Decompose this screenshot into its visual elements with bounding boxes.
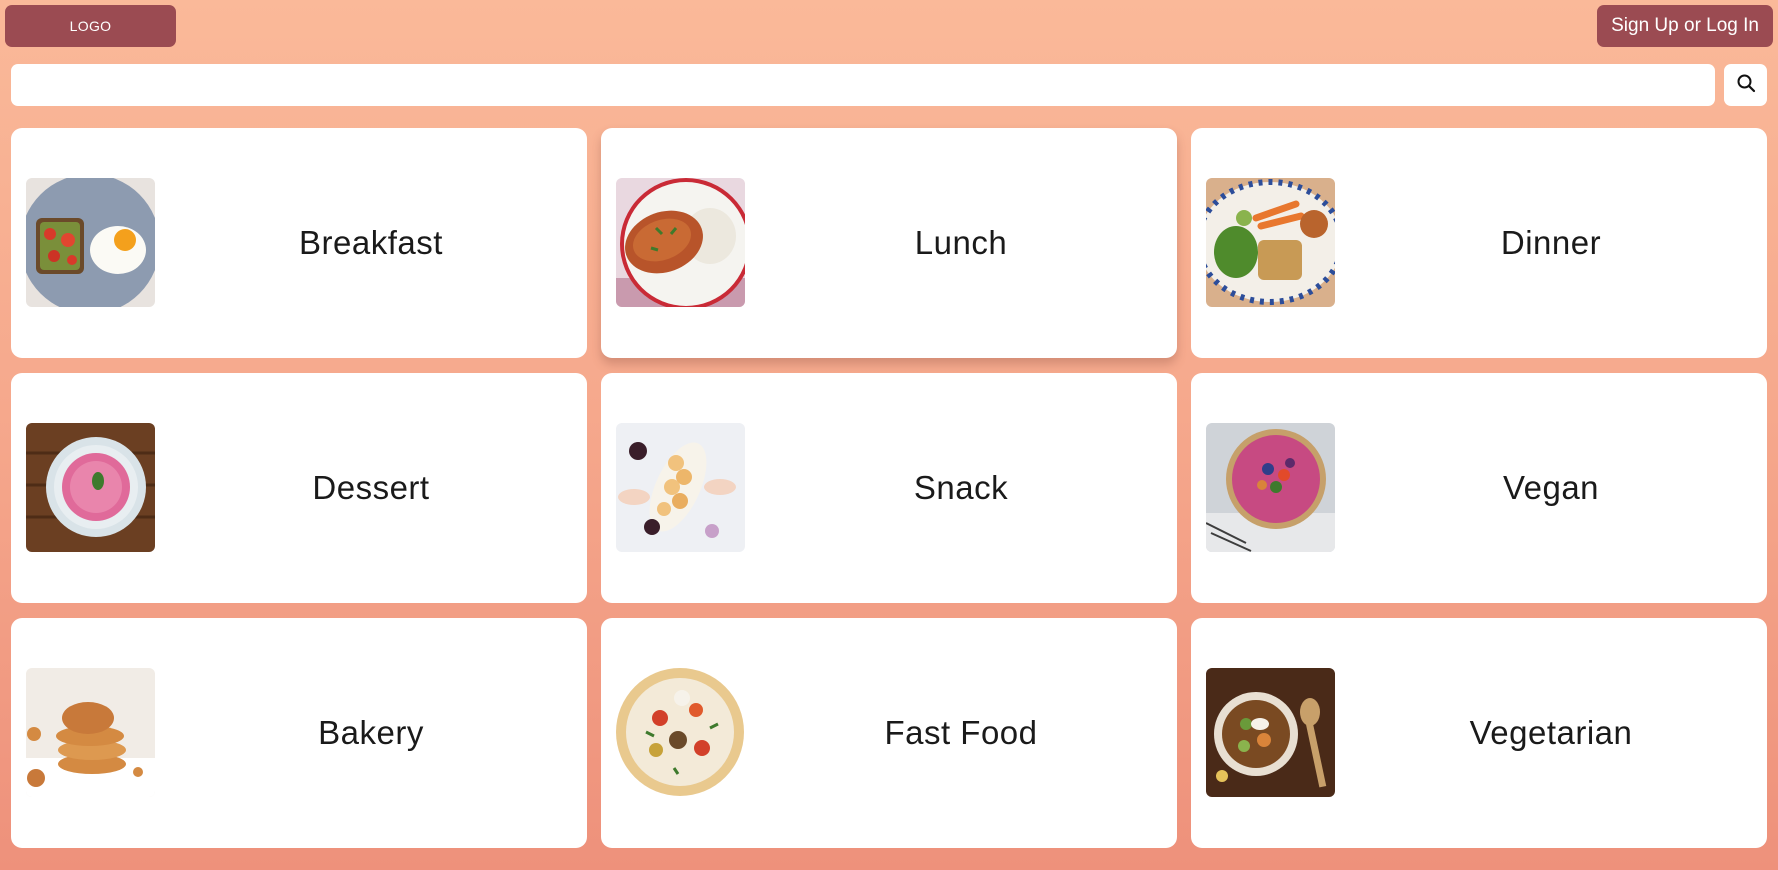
bakery-image xyxy=(26,668,155,797)
dessert-image xyxy=(26,423,155,552)
category-label: Dinner xyxy=(1500,224,1602,261)
category-grid: Breakfast Lunch Dinner Dessert Snack Veg… xyxy=(11,128,1767,848)
search-button[interactable] xyxy=(1724,64,1767,106)
category-card-bakery[interactable]: Bakery xyxy=(11,618,587,848)
vegetarian-image xyxy=(1206,668,1335,797)
breakfast-image xyxy=(26,178,155,307)
category-card-vegetarian[interactable]: Vegetarian xyxy=(1191,618,1767,848)
logo[interactable]: LOGO xyxy=(5,5,176,47)
category-label: Fast Food xyxy=(884,714,1038,751)
fast-food-image xyxy=(616,668,745,797)
category-card-lunch[interactable]: Lunch xyxy=(601,128,1177,358)
category-card-breakfast[interactable]: Breakfast xyxy=(11,128,587,358)
category-card-snack[interactable]: Snack xyxy=(601,373,1177,603)
category-card-dinner[interactable]: Dinner xyxy=(1191,128,1767,358)
category-card-fast-food[interactable]: Fast Food xyxy=(601,618,1177,848)
category-label: Snack xyxy=(913,469,1009,506)
search-icon xyxy=(1736,73,1756,98)
category-label: Vegetarian xyxy=(1469,714,1633,751)
category-card-vegan[interactable]: Vegan xyxy=(1191,373,1767,603)
dinner-image xyxy=(1206,178,1335,307)
vegan-image xyxy=(1206,423,1335,552)
category-label: Dessert xyxy=(312,469,430,506)
category-label: Lunch xyxy=(914,224,1008,261)
category-label: Vegan xyxy=(1502,469,1600,506)
snack-image xyxy=(616,423,745,552)
lunch-image xyxy=(616,178,745,307)
sign-up-login-button[interactable]: Sign Up or Log In xyxy=(1597,5,1773,47)
category-label: Breakfast xyxy=(299,224,443,261)
category-card-dessert[interactable]: Dessert xyxy=(11,373,587,603)
search-input[interactable] xyxy=(11,64,1715,106)
category-label: Bakery xyxy=(318,714,424,751)
